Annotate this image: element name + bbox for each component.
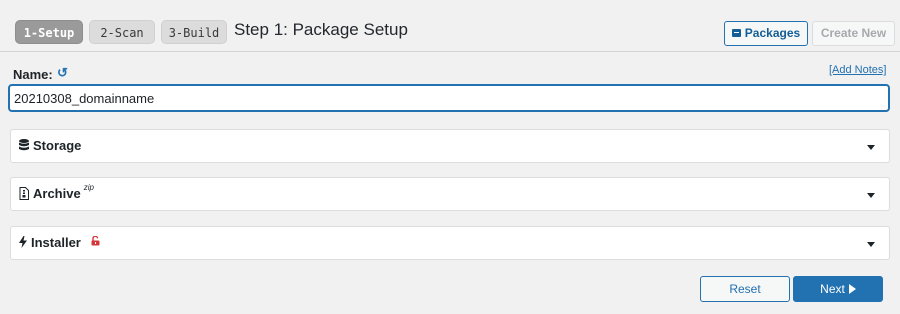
chevron-down-icon[interactable] — [867, 193, 875, 198]
bolt-icon — [19, 236, 27, 248]
storage-panel[interactable]: Storage — [10, 129, 890, 163]
step-setup-tab[interactable]: 1-Setup — [15, 20, 83, 44]
create-new-button[interactable]: Create New — [812, 21, 895, 46]
packages-button[interactable]: Packages — [724, 21, 808, 46]
storage-panel-title: Storage — [33, 138, 82, 153]
next-button-label: Next — [820, 282, 845, 296]
refresh-icon[interactable]: ↺ — [57, 65, 68, 81]
reset-button[interactable]: Reset — [700, 276, 790, 302]
chevron-down-icon[interactable] — [867, 242, 875, 247]
archive-panel-header: Archive zip — [19, 183, 94, 201]
step-build-tab[interactable]: 3-Build — [161, 20, 227, 44]
name-label: Name: — [13, 67, 53, 82]
step-scan-tab[interactable]: 2-Scan — [89, 20, 155, 44]
archive-panel-title: Archive — [33, 186, 81, 201]
chevron-down-icon[interactable] — [867, 145, 875, 150]
next-button[interactable]: Next — [793, 276, 883, 302]
page-title: Step 1: Package Setup — [234, 20, 408, 39]
package-icon — [731, 29, 741, 37]
package-name-input[interactable] — [8, 84, 890, 112]
database-icon — [19, 139, 29, 151]
packages-button-label: Packages — [744, 26, 801, 40]
add-notes-link[interactable]: [Add Notes] — [829, 64, 886, 76]
installer-panel-header: Installer — [19, 235, 104, 250]
installer-panel-title: Installer — [31, 235, 81, 250]
archive-panel[interactable]: Archive zip — [10, 177, 890, 211]
unlock-icon — [91, 236, 100, 246]
wizard-header: 1-Setup 2-Scan 3-Build Step 1: Package S… — [0, 0, 900, 52]
storage-panel-header: Storage — [19, 138, 81, 153]
installer-panel[interactable]: Installer — [10, 226, 890, 260]
play-icon — [848, 284, 856, 294]
archive-format-label: zip — [83, 183, 94, 192]
file-archive-icon — [19, 187, 29, 200]
